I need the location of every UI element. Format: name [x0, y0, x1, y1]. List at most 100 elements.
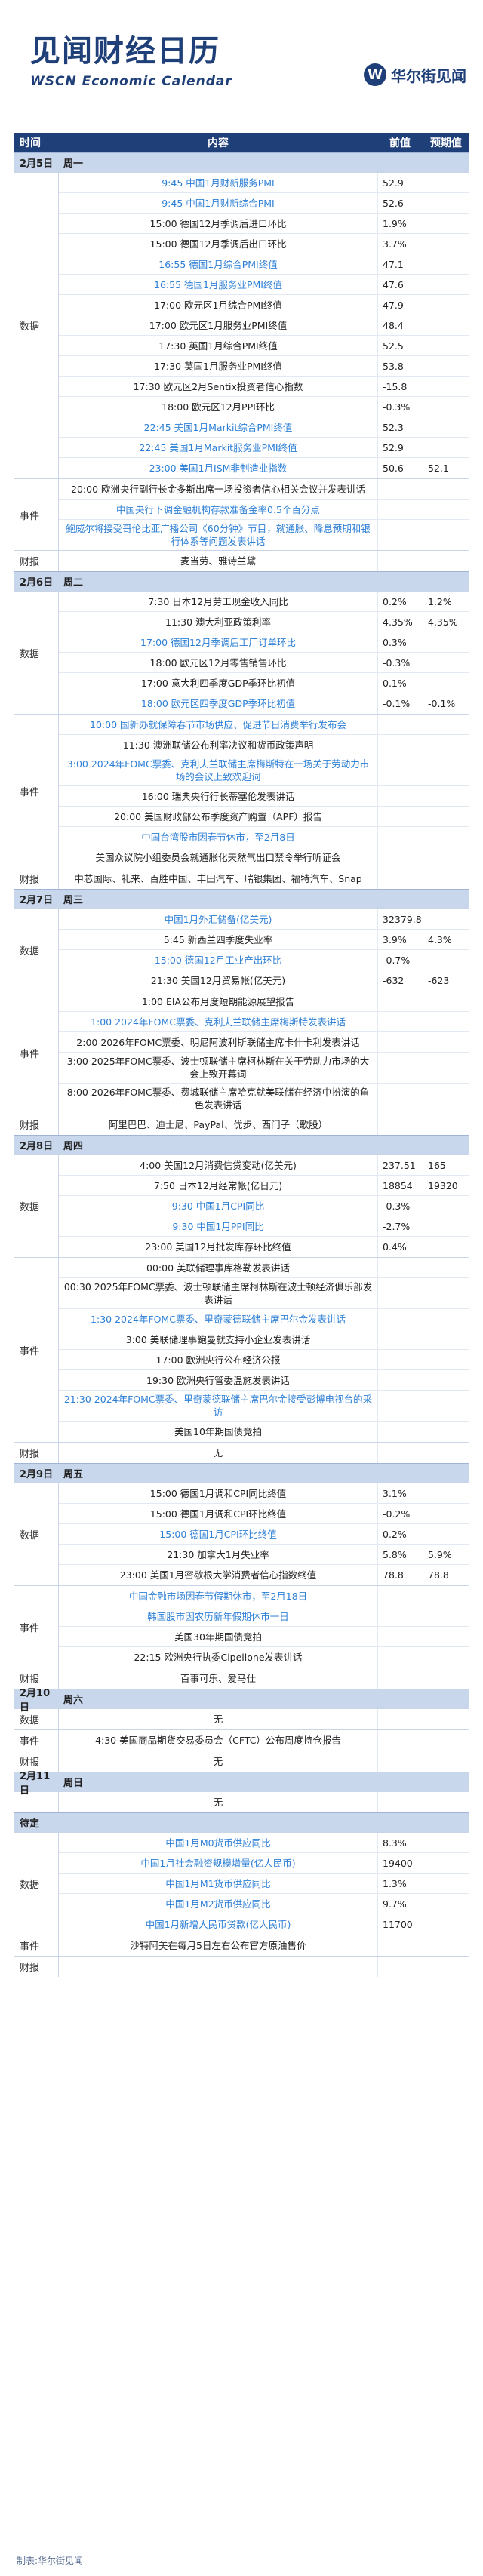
table-row: 10:00 国新办就保障春节市场供应、促进节日消费举行发布会 [59, 715, 469, 735]
table-row: 20:00 欧洲央行副行长金多斯出席一场投资者信心相关会议并发表讲话 [59, 479, 469, 500]
table-row: 中国金融市场因春节假期休市，至2月18日 [59, 1586, 469, 1606]
table-row: 3:00 美联储理事鲍曼就支持小企业发表讲话 [59, 1329, 469, 1350]
row-expected-value [423, 1391, 469, 1421]
brand-name: 华尔街见闻 [391, 66, 466, 85]
table-row: 22:45 美国1月Markit综合PMI终值 52.3 [59, 417, 469, 438]
row-content: 沙特阿美在每月5日左右公布官方原油售价 [130, 1940, 306, 1951]
table-row [59, 1957, 469, 1977]
table-row: 2:00 2026年FOMC票委、明尼阿波利斯联储主席卡什卡利发表讲话 [59, 1032, 469, 1053]
row-content: 19:30 欧洲央行管委温施发表讲话 [146, 1374, 290, 1386]
day-section: 事件 1:00 EIA公布月度短期能源展望报告 1:00 2024年FOMC票委、克… [14, 991, 469, 1114]
row-prev-value: -0.3% [377, 653, 423, 672]
row-expected-value [423, 1751, 469, 1772]
row-content: 23:00 美国1月ISM非制造业指数 [149, 463, 288, 474]
section-rows: 4:30 美国商品期货交易委员会（CFTC）公布周度持仓报告 [59, 1730, 469, 1751]
table-row: 19:30 欧洲央行管委温施发表讲话 [59, 1370, 469, 1391]
row-prev-value: 0.3% [377, 632, 423, 652]
row-prev-value: 47.9 [377, 295, 423, 315]
row-prev-value: -0.7% [377, 950, 423, 970]
row-prev-value [377, 1391, 423, 1421]
day-header: 2月8日 周四 [14, 1135, 469, 1154]
section-rows: 4:00 美国12月消费信贷变动(亿美元) 237.51 165 7:50 日本12月… [59, 1155, 469, 1257]
row-expected-value [423, 755, 469, 785]
row-content: 3:00 2025年FOMC票委、波士顿联储主席柯林斯在关于劳动力市场的大会上致… [66, 1056, 370, 1080]
row-expected-value [423, 1894, 469, 1914]
day-section: 数据 15:00 德国1月调和CPI同比终值 3.1% 15:00 德国1月调和CPI… [14, 1483, 469, 1585]
day-section: 财报 中芯国际、礼来、百胜中国、丰田汽车、瑞银集团、福特汽车、Snap [14, 868, 469, 889]
section-rows: 15:00 德国1月调和CPI同比终值 3.1% 15:00 德国1月调和CPI环比… [59, 1483, 469, 1585]
day-weekday: 周日 [63, 1778, 84, 1789]
row-content: 中国金融市场因春节假期休市，至2月18日 [128, 1590, 308, 1602]
row-prev-value [377, 500, 423, 519]
row-content: 1:30 2024年FOMC票委、里奇蒙德联储主席巴尔金发表讲话 [91, 1313, 346, 1325]
section-rows: 阿里巴巴、迪士尼、PayPal、优步、西门子（歌股） [59, 1114, 469, 1135]
table-row: 00:00 美联储理事库格勒发表讲话 [59, 1258, 469, 1278]
row-content: 无 [213, 1714, 223, 1725]
row-prev-value: 11700 [377, 1914, 423, 1935]
row-prev-value: 52.5 [377, 336, 423, 355]
table-row: 21:30 加拿大1月失业率 5.8% 5.9% [59, 1545, 469, 1565]
row-prev-value: 19400 [377, 1853, 423, 1873]
row-expected-value [423, 1329, 469, 1349]
row-expected-value [423, 1278, 469, 1308]
day-section: 事件 中国金融市场因春节假期休市，至2月18日 韩国股市因农历新年假期休市一日 美国3… [14, 1585, 469, 1668]
row-expected-value: -0.1% [423, 693, 469, 714]
row-expected-value [423, 673, 469, 693]
row-expected-value [423, 807, 469, 826]
row-expected-value [423, 1709, 469, 1729]
row-content: 中国1月新增人民币贷款(亿人民币) [145, 1919, 291, 1930]
row-prev-value: -0.3% [377, 1196, 423, 1216]
row-prev-value [377, 807, 423, 826]
row-prev-value [377, 868, 423, 889]
section-rows: 无 [59, 1443, 469, 1463]
row-content: 中芯国际、礼来、百胜中国、丰田汽车、瑞银集团、福特汽车、Snap [74, 873, 362, 884]
row-expected-value [423, 1350, 469, 1369]
table-row: 16:00 瑞典央行行长蒂塞伦发表讲话 [59, 786, 469, 807]
row-expected-value [423, 479, 469, 499]
day-section: 事件 00:00 美联储理事库格勒发表讲话 00:30 2025年FOMC票委、波士… [14, 1257, 469, 1442]
row-content: 4:30 美国商品期货交易委员会（CFTC）公布周度持仓报告 [95, 1735, 341, 1746]
row-expected-value [423, 397, 469, 417]
row-prev-value [377, 1586, 423, 1606]
table-row: 9:30 中国1月CPI同比 -0.3% [59, 1196, 469, 1216]
row-prev-value: 1.9% [377, 214, 423, 233]
table-header: 时间 内容 前值 预期值 [14, 133, 469, 152]
row-content: 中国1月M1货币供应同比 [165, 1877, 271, 1889]
row-expected-value [423, 500, 469, 519]
row-expected-value [423, 417, 469, 437]
table-row: 21:30 美国12月贸易帐(亿美元) -632 -623 [59, 970, 469, 991]
row-content: 9:45 中国1月财新综合PMI [162, 197, 275, 209]
table-body: 2月5日 周一 数据 9:45 中国1月财新服务PMI 52.9 9:45 中国1月财新综… [14, 152, 469, 1977]
table-row: 韩国股市因农历新年假期休市一日 [59, 1606, 469, 1627]
row-expected-value [423, 336, 469, 355]
row-prev-value [377, 715, 423, 734]
row-expected-value: 19320 [423, 1176, 469, 1195]
row-content: 15:00 德国1月调和CPI同比终值 [149, 1487, 287, 1499]
table-row: 9:45 中国1月财新综合PMI 52.6 [59, 193, 469, 214]
table-row: 9:30 中国1月PPI同比 -2.7% [59, 1216, 469, 1237]
row-prev-value [377, 551, 423, 571]
table-row: 5:45 新西兰四季度失业率 3.9% 4.3% [59, 930, 469, 950]
section-label: 事件 [14, 1730, 59, 1751]
day-section: 事件 沙特阿美在每月5日左右公布官方原油售价 [14, 1935, 469, 1956]
day-section: 事件 4:30 美国商品期货交易委员会（CFTC）公布周度持仓报告 [14, 1729, 469, 1751]
table-row: 17:00 德国12月季调后工厂订单环比 0.3% [59, 632, 469, 653]
table-row: 阿里巴巴、迪士尼、PayPal、优步、西门子（歌股） [59, 1114, 469, 1135]
day-section: 数据 9:45 中国1月财新服务PMI 52.9 9:45 中国1月财新综合PMI 52… [14, 172, 469, 478]
row-prev-value: 47.1 [377, 254, 423, 274]
row-expected-value [423, 1853, 469, 1873]
table-row: 23:00 美国1月密歇根大学消费者信心指数终值 78.8 78.8 [59, 1565, 469, 1585]
page-title: 见闻财经日历 [30, 34, 220, 69]
row-content: 美国众议院小组委员会就通胀化天然气出口禁令举行听证会 [95, 852, 341, 863]
table-row: 沙特阿美在每月5日左右公布官方原油售价 [59, 1935, 469, 1956]
day-weekday: 周六 [63, 1695, 84, 1706]
header-content: 内容 [208, 137, 229, 149]
section-label: 数据 [14, 1155, 59, 1257]
table-row: 15:00 德国12月季调后出口环比 3.7% [59, 234, 469, 254]
row-content: 阿里巴巴、迪士尼、PayPal、优步、西门子（歌股） [108, 1119, 328, 1130]
row-prev-value [377, 1668, 423, 1689]
table-row: 18:00 欧元区12月零售销售环比 -0.3% [59, 653, 469, 673]
row-prev-value: 4.35% [377, 612, 423, 632]
row-content: 20:00 欧洲央行副行长金多斯出席一场投资者信心相关会议并发表讲话 [71, 483, 365, 495]
day-header: 2月6日 周二 [14, 571, 469, 591]
